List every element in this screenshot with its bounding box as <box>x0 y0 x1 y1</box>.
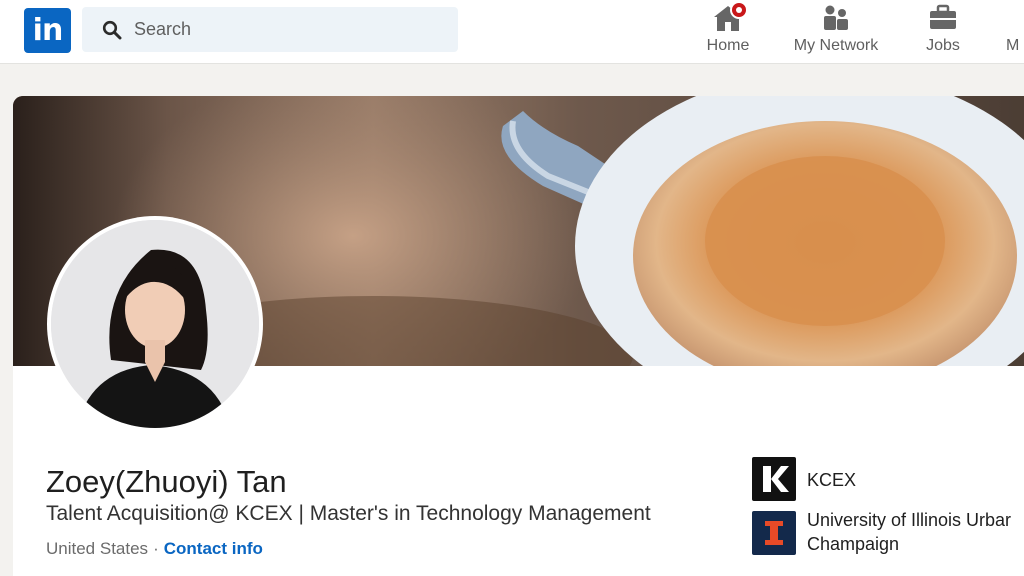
search-icon <box>102 20 122 40</box>
profile-location: United States <box>46 539 149 558</box>
nav-label-my-network: My Network <box>793 37 879 54</box>
top-navigation-bar: in Home My Network Jobs M <box>0 0 1024 64</box>
avatar <box>51 220 259 428</box>
company-name: KCEX <box>807 470 857 490</box>
profile-name: Zoey(Zhuoyi) Tan <box>46 464 287 499</box>
contact-info-link[interactable]: Contact info <box>164 539 263 558</box>
nav-label-jobs: Jobs <box>926 37 960 54</box>
notification-badge <box>730 1 748 19</box>
nav-item-jobs[interactable]: Jobs <box>915 0 971 64</box>
nav-item-my-network[interactable]: My Network <box>789 0 883 64</box>
linkedin-logo[interactable]: in <box>24 8 71 53</box>
search-bar[interactable] <box>82 7 458 52</box>
school-name-line-1: University of Illinois Urbar <box>807 510 1012 530</box>
nav-item-messaging[interactable]: M <box>1006 0 1024 64</box>
school-name: University of Illinois Urbar Champaign <box>807 508 1011 556</box>
search-input[interactable] <box>134 7 444 52</box>
nav-label-messaging: M <box>1006 37 1020 54</box>
location-row: United States · Contact info <box>46 539 263 559</box>
briefcase-icon <box>930 4 956 29</box>
separator-dot: · <box>153 539 159 558</box>
profile-card: Zoey(Zhuoyi) Tan Talent Acquisition@ KCE… <box>13 96 1024 576</box>
school-name-line-2: Champaign <box>807 534 900 554</box>
people-icon <box>824 5 848 30</box>
university-logo <box>752 511 796 555</box>
profile-headline: Talent Acquisition@ KCEX | Master's in T… <box>46 502 651 525</box>
profile-photo-frame[interactable] <box>47 216 263 432</box>
nav-item-home[interactable]: Home <box>697 0 759 64</box>
nav-label-home: Home <box>706 37 750 54</box>
kcex-logo <box>752 457 796 501</box>
profile-photo <box>51 220 259 428</box>
